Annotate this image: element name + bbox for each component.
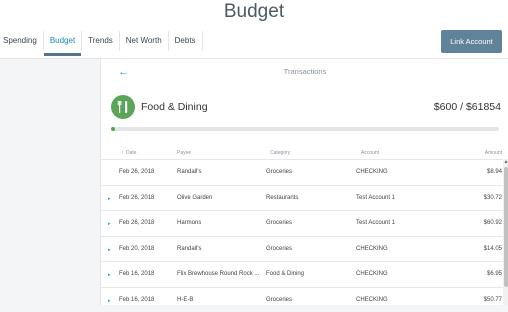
row-account: CHECKING — [356, 271, 388, 277]
row-payee: Randall's — [177, 246, 202, 252]
row-date: Feb 16, 2018 — [119, 297, 154, 303]
table-header: ↑ Date Payee Category Account Amount — [101, 147, 508, 159]
table-row[interactable]: ▸ Feb 16, 2018 H-E-B Groceries CHECKING $50.7… — [101, 287, 503, 312]
tab-budget[interactable]: Budget — [44, 31, 82, 51]
row-category: Groceries — [266, 220, 292, 226]
expand-chevron-icon[interactable]: ▸ — [108, 221, 111, 227]
expand-chevron-icon[interactable]: ▸ — [108, 298, 111, 304]
tab-bar: Spending Budget Trends Net Worth Debts — [0, 31, 203, 58]
tab-net-worth[interactable]: Net Worth — [120, 31, 169, 51]
category-name: Food & Dining — [141, 101, 208, 113]
row-account: CHECKING — [356, 169, 388, 175]
table-scrollbar[interactable]: ▲ — [503, 159, 508, 305]
expand-chevron-icon[interactable]: ▸ — [108, 247, 111, 253]
transactions-table: Feb 26, 2018 Randall's Groceries CHECKING $8… — [101, 159, 503, 312]
row-amount: $14.05 — [484, 246, 502, 252]
expand-chevron-icon[interactable]: ▸ — [108, 272, 111, 278]
table-row[interactable]: Feb 26, 2018 Randall's Groceries CHECKING $8… — [101, 159, 503, 185]
header-date[interactable]: Date — [126, 150, 137, 156]
tab-trends[interactable]: Trends — [82, 31, 120, 51]
row-category: Groceries — [266, 297, 292, 303]
row-amount: $60.92 — [484, 220, 502, 226]
header-category[interactable]: Category — [270, 150, 290, 156]
page-title: Budget — [0, 1, 508, 23]
row-category: Groceries — [266, 246, 292, 252]
row-date: Feb 26, 2018 — [119, 195, 154, 201]
row-amount: $6.95 — [487, 271, 502, 277]
row-account: Test Account 1 — [356, 195, 395, 201]
budget-progress-fill — [111, 127, 115, 131]
row-category: Groceries — [266, 169, 292, 175]
table-row[interactable]: ▸ Feb 26, 2018 Harmons Groceries Test Accoun… — [101, 210, 503, 236]
row-payee: H-E-B — [177, 297, 193, 303]
row-account: CHECKING — [356, 297, 388, 303]
transactions-panel: ← Transactions Food & Dining $600 / $618… — [100, 59, 508, 305]
sort-arrow-icon[interactable]: ↑ — [121, 150, 124, 156]
scroll-thumb[interactable] — [504, 167, 508, 287]
row-category: Food & Dining — [266, 271, 304, 277]
header-account[interactable]: Account — [361, 150, 379, 156]
link-account-button[interactable]: Link Account — [441, 30, 502, 53]
expand-chevron-icon[interactable]: ▸ — [108, 196, 111, 202]
budget-progress-bar — [111, 127, 499, 131]
category-amount: $600 / $61854 — [434, 101, 501, 113]
row-payee: Harmons — [177, 220, 201, 226]
top-bar: Budget Spending Budget Trends Net Worth … — [0, 0, 508, 59]
row-account: CHECKING — [356, 246, 388, 252]
panel-title: Transactions — [101, 67, 508, 76]
row-amount: $50.77 — [484, 297, 502, 303]
row-amount: $30.72 — [484, 195, 502, 201]
header-amount[interactable]: Amount — [485, 150, 502, 156]
row-category: Restaurants — [266, 195, 298, 201]
row-amount: $8.94 — [487, 169, 502, 175]
row-date: Feb 26, 2018 — [119, 220, 154, 226]
tab-spending[interactable]: Spending — [0, 31, 44, 51]
row-payee: Flix Brewhouse Round Rock ... — [177, 271, 259, 277]
row-account: Test Account 1 — [356, 220, 395, 226]
tab-debts[interactable]: Debts — [169, 31, 203, 51]
header-payee[interactable]: Payee — [177, 150, 191, 156]
row-date: Feb 26, 2018 — [119, 169, 154, 175]
table-row[interactable]: ▸ Feb 20, 2018 Randall's Groceries CHECKING $… — [101, 236, 503, 262]
row-date: Feb 20, 2018 — [119, 246, 154, 252]
table-row[interactable]: ▸ Feb 26, 2018 Olive Garden Restaurants Test… — [101, 185, 503, 211]
fork-knife-icon — [111, 95, 135, 119]
row-payee: Randall's — [177, 169, 202, 175]
row-date: Feb 16, 2018 — [119, 271, 154, 277]
table-row[interactable]: ▸ Feb 16, 2018 Flix Brewhouse Round Rock .… — [101, 261, 503, 287]
scroll-up-icon[interactable]: ▲ — [503, 159, 508, 165]
row-payee: Olive Garden — [177, 195, 212, 201]
